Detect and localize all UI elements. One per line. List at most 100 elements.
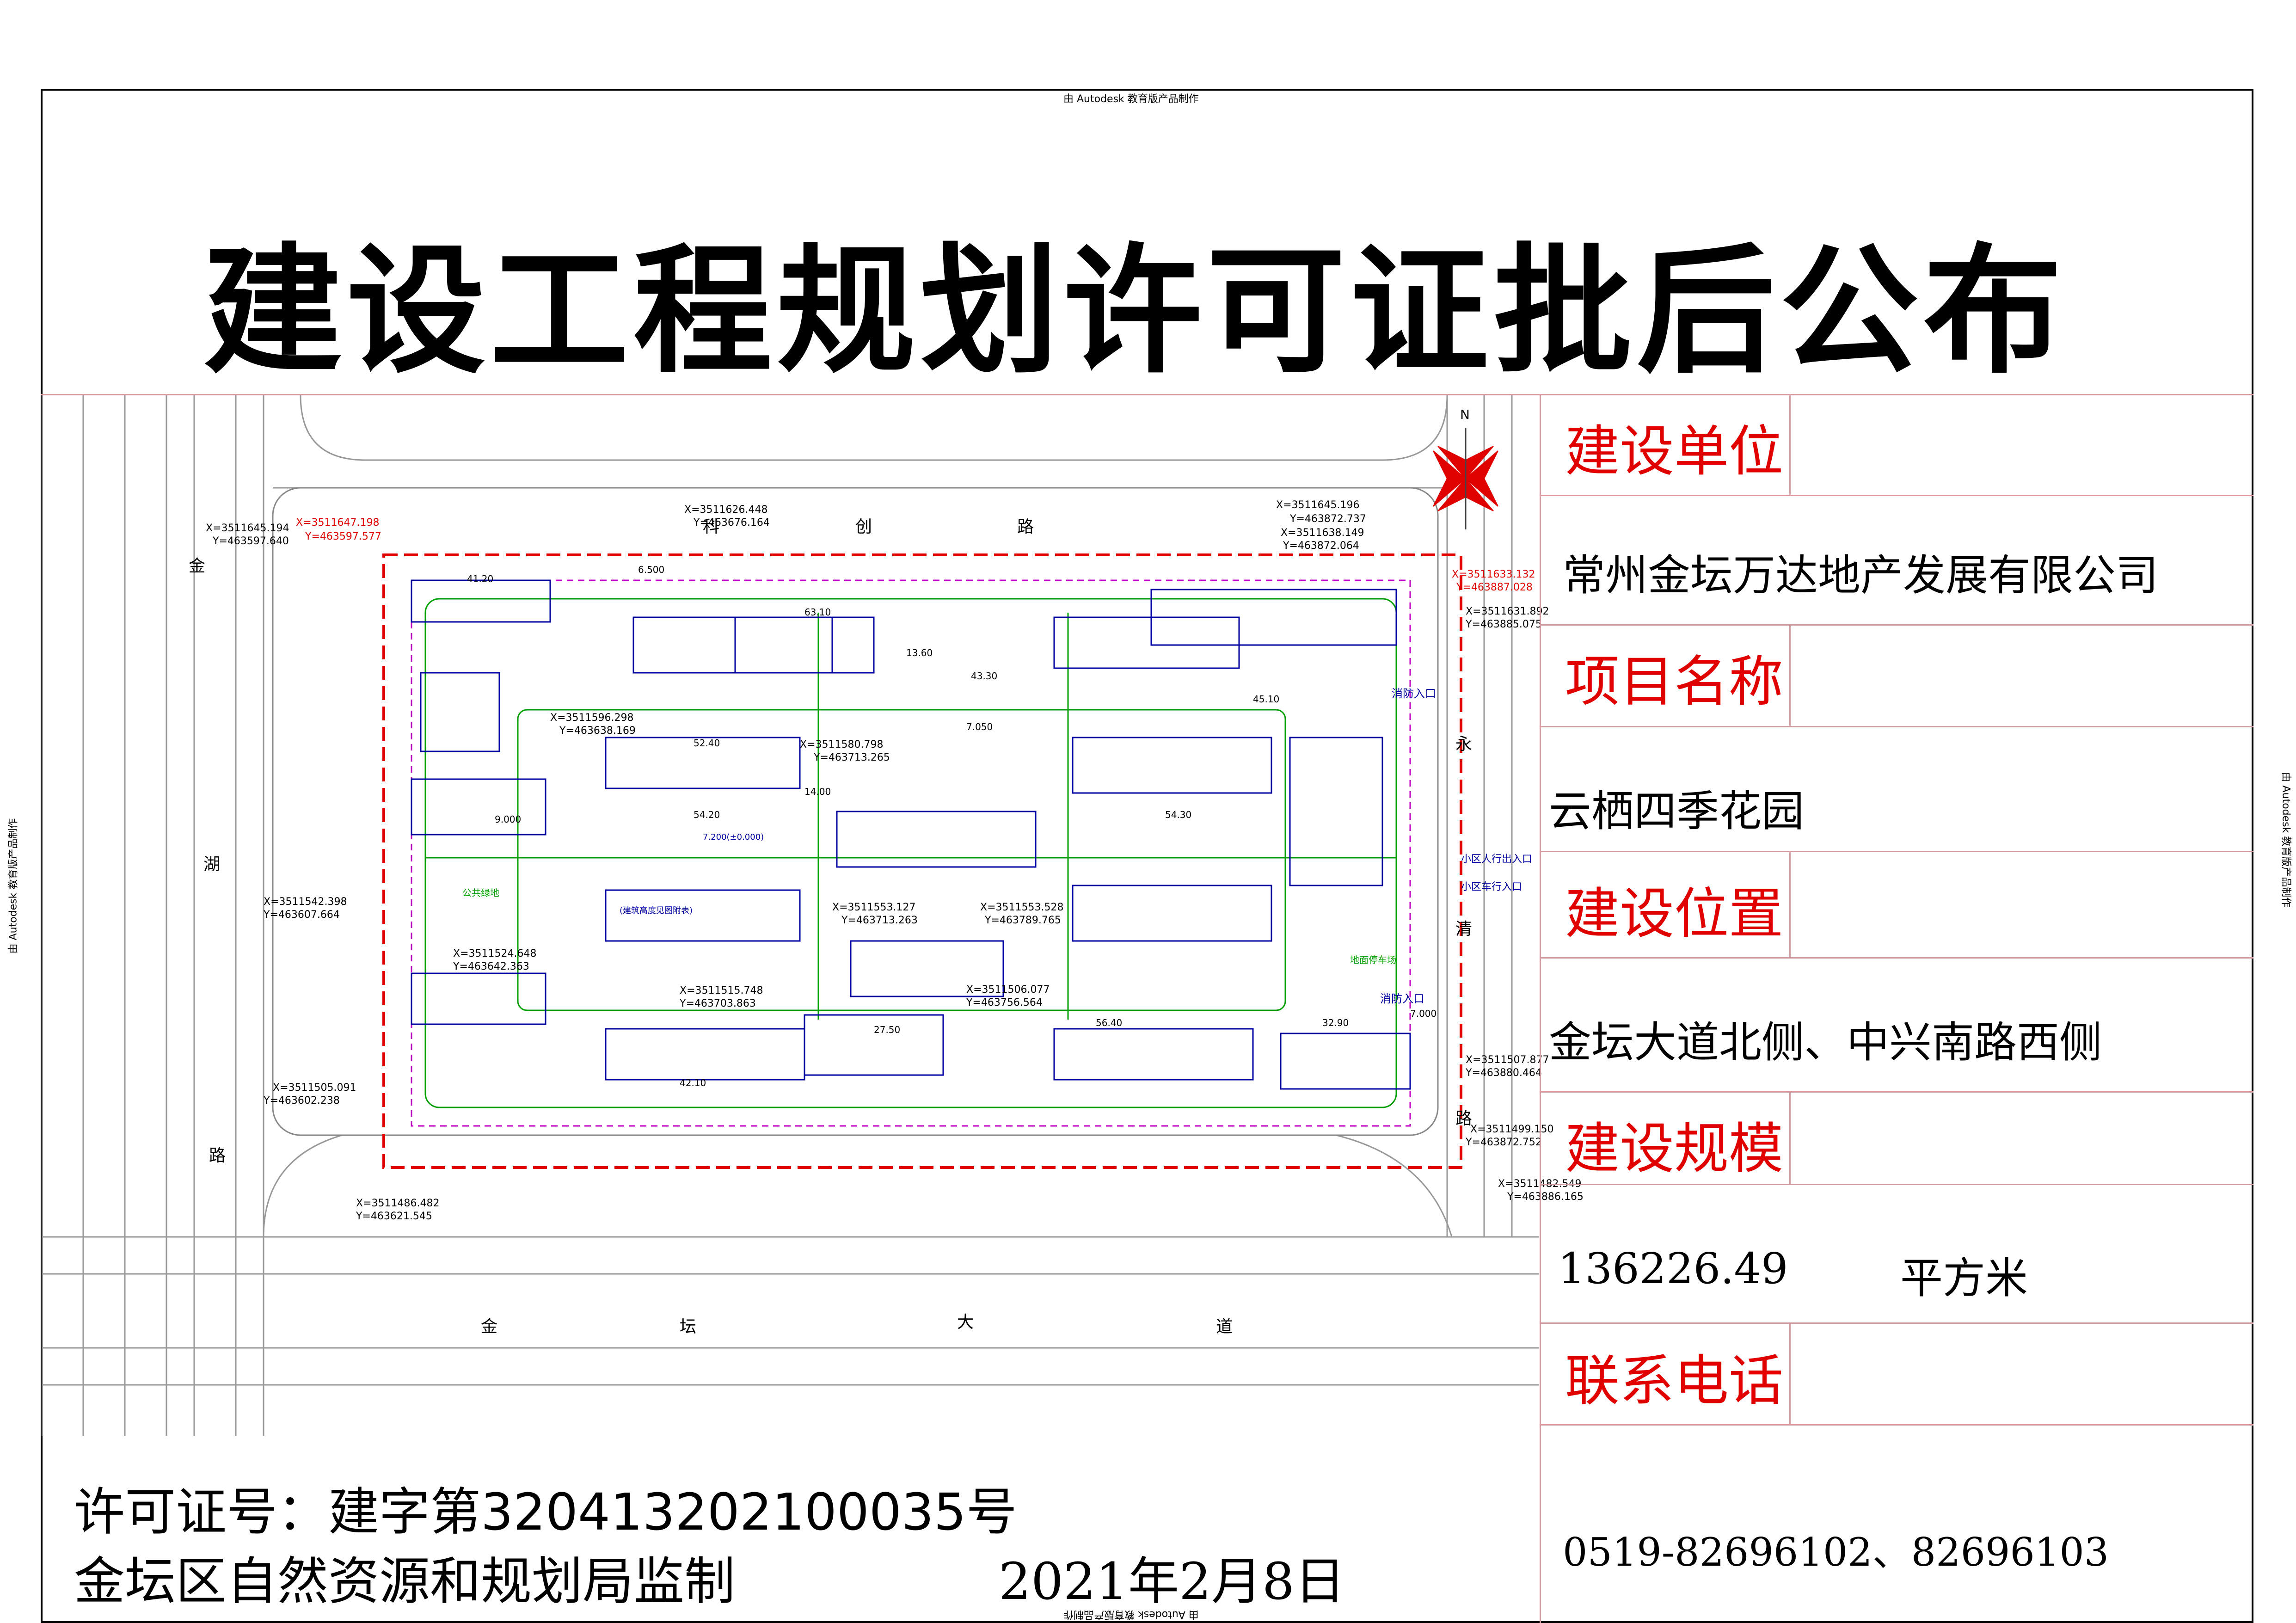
dim-label: 43.30 [971, 670, 998, 682]
coord-label: X=3511553.528 [980, 902, 1064, 913]
location-label: 建设位置 [1565, 882, 1784, 946]
scale-label: 建设规模 [1565, 1117, 1784, 1180]
coord-label: Y=463602.238 [264, 1095, 340, 1107]
coord-label: Y=463607.664 [264, 909, 340, 921]
info-divider [1540, 624, 2253, 626]
road-north-char-2: 创 [855, 517, 872, 536]
coord-label: Y=463713.263 [841, 915, 918, 926]
dim-label: 45.10 [1253, 694, 1280, 705]
coord-label: X=3511638.149 [1281, 527, 1364, 539]
location-value: 金坛大道北侧、中兴南路西侧 [1549, 1018, 2102, 1067]
label-box-edge [1789, 624, 1791, 726]
west-road-lines [42, 395, 264, 1436]
road-east-char-2: 清 [1455, 920, 1473, 939]
dim-label: 54.20 [694, 809, 720, 820]
label-box-edge [1789, 1322, 1791, 1424]
scale-unit: 平方米 [1900, 1254, 2028, 1303]
coord-label: X=3511524.648 [453, 948, 537, 959]
info-divider [1540, 957, 2253, 959]
coord-label: X=3511505.091 [273, 1082, 356, 1094]
public-green-label: 公共绿地 [462, 887, 499, 898]
dim-label: 6.500 [638, 564, 665, 575]
road-south-char-4: 道 [1216, 1317, 1233, 1336]
north-marker: N [1460, 407, 1470, 422]
project-value: 云栖四季花园 [1549, 787, 1805, 836]
issue-date: 2021年2月8日 [999, 1552, 1345, 1611]
permit-number: 许可证号：建字第320413202100035号 [74, 1482, 1017, 1542]
dim-label: 54.30 [1165, 809, 1192, 820]
road-south-char-3: 大 [957, 1313, 974, 1332]
info-divider [1540, 495, 2253, 496]
dim-label: 27.50 [874, 1024, 901, 1035]
coord-label: Y=463880.464 [1466, 1067, 1542, 1079]
dim-label: 56.40 [1096, 1017, 1123, 1028]
coord-label: X=3511645.194 [206, 523, 289, 534]
building-tag: (建筑高度见图附表) [620, 906, 693, 916]
coord-label: Y=463676.164 [694, 517, 770, 529]
page-title: 建设工程规划许可证批后公布 [203, 231, 2067, 392]
phone-label: 联系电话 [1565, 1349, 1784, 1413]
label-box-edge [1789, 851, 1791, 957]
fire-entrance-2: 消防入口 [1380, 992, 1424, 1005]
road-south-char-2: 坛 [680, 1317, 697, 1336]
road-north-char-3: 路 [1017, 517, 1034, 536]
phone-value: 0519-82696102、82696103 [1563, 1530, 2109, 1575]
coord-label: Y=463872.064 [1283, 540, 1359, 552]
unit-value: 常州金坛万达地产发展有限公司 [1563, 551, 2159, 600]
info-divider [1540, 1184, 2253, 1185]
south-road-lines [42, 1134, 1539, 1386]
supervisor: 金坛区自然资源和规划局监制 [74, 1552, 735, 1611]
coord-label: X=3511486.482 [356, 1198, 440, 1209]
dim-label: 7.000 [1410, 1008, 1437, 1019]
dim-label: 42.10 [680, 1077, 706, 1088]
dim-label: 63.10 [804, 607, 831, 618]
fire-entrance-1: 消防入口 [1392, 687, 1436, 700]
coord-label: Y=463885.075 [1466, 619, 1542, 630]
north-road-lines [273, 395, 1448, 489]
project-label: 项目名称 [1565, 650, 1784, 713]
coord-label: X=3511553.127 [832, 902, 916, 913]
watermark-right: 由 Autodesk 教育版产品制作 [2280, 772, 2292, 908]
info-divider [1540, 851, 2253, 852]
pedestrian-entrance: 小区人行出入口 [1461, 854, 1533, 865]
scale-value: 136226.49 [1558, 1244, 1788, 1293]
ground-park-label: 地面停车场 [1350, 954, 1396, 965]
vehicle-entrance: 小区车行入口 [1461, 881, 1522, 893]
unit-label: 建设单位 [1565, 419, 1784, 483]
road-east-char-3: 路 [1455, 1109, 1473, 1128]
road-west-char-2: 湖 [203, 855, 221, 874]
coord-label: Y=463872.737 [1290, 513, 1366, 525]
dim-label: 41.20 [467, 573, 494, 584]
info-divider [1540, 1322, 2253, 1324]
coord-label: X=3511633.132 [1452, 569, 1535, 580]
road-west-char-3: 路 [209, 1146, 226, 1165]
dim-label: 7.050 [966, 721, 993, 732]
north-arrow [1433, 428, 1498, 529]
coord-label: Y=463756.564 [966, 997, 1043, 1008]
coord-label: Y=463713.265 [814, 752, 890, 763]
dim-label: 52.40 [694, 738, 720, 749]
coord-label: X=3511542.398 [264, 896, 347, 908]
coord-label: X=3511515.748 [680, 985, 763, 996]
coord-label: X=3511506.077 [966, 984, 1050, 996]
coord-label: X=3511647.198 [296, 517, 380, 529]
dim-label: 13.60 [906, 647, 933, 658]
dim-label: 32.90 [1322, 1017, 1349, 1028]
dim-label: 14.00 [804, 786, 831, 797]
coord-label: Y=463621.545 [356, 1211, 432, 1222]
coord-label: Y=463638.169 [559, 725, 636, 737]
coord-label: Y=463872.752 [1466, 1137, 1542, 1148]
coord-label: X=3511507.877 [1466, 1054, 1549, 1066]
road-east-char-1: 永 [1455, 735, 1473, 754]
coord-label: Y=463597.640 [213, 535, 289, 547]
coord-label: Y=463887.028 [1456, 582, 1533, 593]
label-box-edge [1789, 394, 1791, 495]
info-divider [1540, 1424, 2253, 1426]
coord-label: X=3511596.298 [550, 712, 634, 724]
coord-label: Y=463703.863 [680, 998, 756, 1009]
label-box-edge [1789, 1091, 1791, 1184]
coord-label: Y=463789.765 [985, 915, 1061, 926]
coord-label: X=3511645.196 [1276, 499, 1360, 511]
dim-label: 9.000 [495, 814, 522, 825]
building-note: 7.200(±0.000) [703, 832, 764, 842]
